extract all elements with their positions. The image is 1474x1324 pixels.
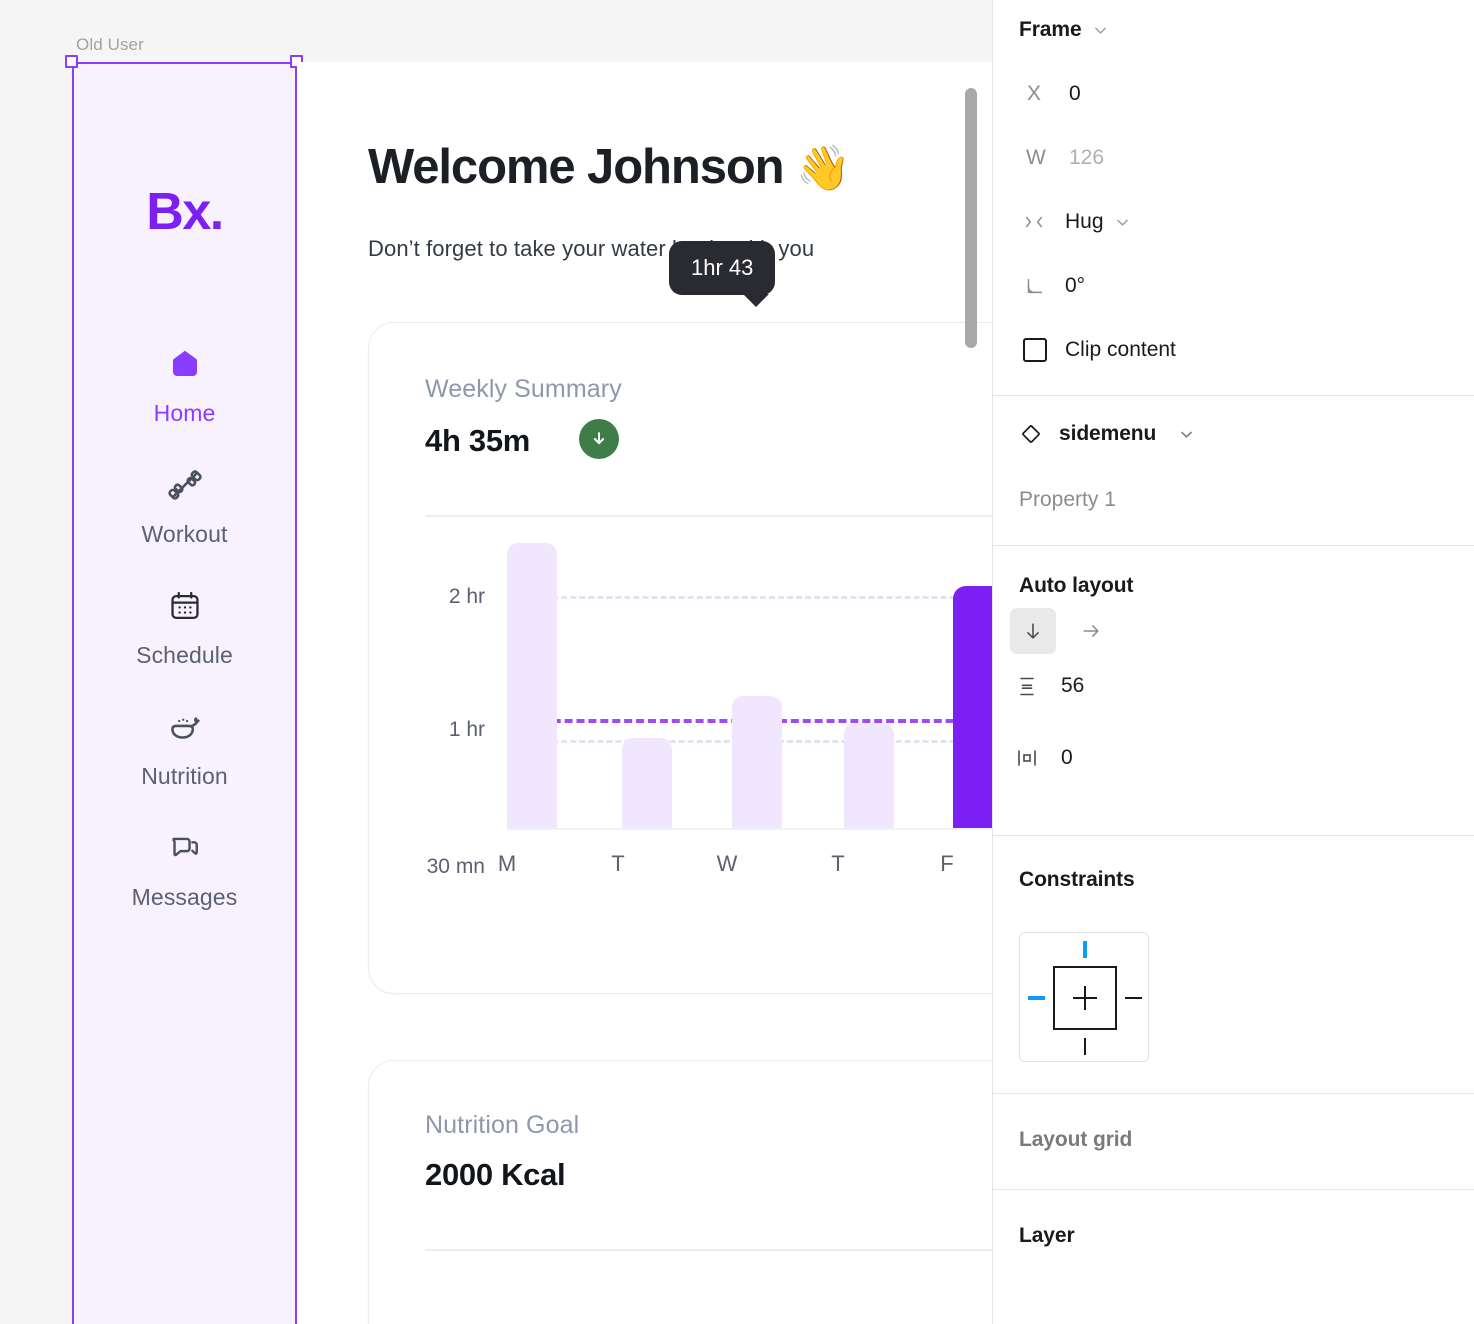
weekly-bar-chart[interactable]: 2 hr 1 hr 30 mn 1hr 43 M T W T F xyxy=(369,241,993,995)
sidebar-item-label: Schedule xyxy=(136,642,233,668)
chart-baseline xyxy=(507,828,993,830)
constraints-section: Constraints Left xyxy=(993,836,1474,1094)
component-section: sidemenu Property 1 home xyxy=(993,396,1474,546)
horizontal-padding-icon xyxy=(1015,746,1039,770)
layout-grid-section: Layout grid xyxy=(993,1094,1474,1190)
direction-horizontal-button[interactable] xyxy=(1068,608,1114,654)
gap-field[interactable]: 56 xyxy=(1015,674,1084,698)
direction-toggle-group[interactable] xyxy=(1010,608,1114,654)
constraint-center-v xyxy=(1084,986,1086,1010)
horizontal-resizing-value: Hug xyxy=(1065,210,1104,233)
component-diamond-icon xyxy=(1019,422,1043,446)
x-label: X xyxy=(1027,82,1042,105)
x-axis-label: T xyxy=(831,851,845,876)
horizontal-padding-value: 0 xyxy=(1061,746,1073,769)
welcome-text: Welcome Johnson xyxy=(368,140,785,194)
chevron-down-icon[interactable] xyxy=(1092,22,1109,39)
figma-editor-window: Old User Bx. Home Workout Schedule Nutri… xyxy=(0,0,1474,1324)
w-label: W xyxy=(1026,146,1046,169)
clip-content-checkbox[interactable] xyxy=(1023,338,1047,362)
home-icon xyxy=(167,346,203,382)
bar-thursday[interactable] xyxy=(844,723,894,828)
x-axis-label: W xyxy=(716,851,738,876)
nutrition-goal-eyebrow: Nutrition Goal xyxy=(425,1111,580,1139)
chart-plot-area xyxy=(507,543,993,828)
clip-content-row[interactable]: Clip content xyxy=(1023,338,1176,362)
rotation-field[interactable]: 0° xyxy=(1023,274,1085,298)
app-main-content: Welcome Johnson 👋 Don’t forget to take y… xyxy=(297,62,993,1324)
rotation-value: 0° xyxy=(1065,274,1086,297)
sidebar-nav: Home Workout Schedule Nutrition Messages xyxy=(74,346,295,951)
x-axis-label: M xyxy=(497,851,517,876)
dumbbell-icon xyxy=(167,467,203,503)
sidebar-item-label: Workout xyxy=(141,521,228,547)
card-divider xyxy=(425,1249,993,1251)
weekly-summary-card[interactable]: Weekly Summary 4h 35m 2 hr 1 hr 30 mn 1h… xyxy=(368,241,993,995)
gap-value: 56 xyxy=(1061,674,1085,697)
y-axis-tick: 2 hr xyxy=(448,585,485,608)
y-axis-tick: 1 hr xyxy=(448,718,485,741)
page-title: Welcome Johnson 👋 xyxy=(368,139,851,195)
clip-content-label: Clip content xyxy=(1065,338,1176,361)
direction-vertical-button[interactable] xyxy=(1010,608,1056,654)
frame-w-field[interactable]: W 126 xyxy=(1026,146,1104,170)
rotation-icon xyxy=(1023,275,1065,297)
frame-section: Frame X 0 Y 0 W 126 H 1826 xyxy=(993,0,1474,396)
frame-section-header[interactable]: Frame xyxy=(1019,18,1109,42)
auto-layout-section: Auto layout 56 0 xyxy=(993,546,1474,836)
sidebar-item-label: Home xyxy=(153,400,216,426)
frame-x-field[interactable]: X 0 xyxy=(1027,82,1081,106)
chevron-down-icon[interactable] xyxy=(1114,214,1131,231)
frame-section-title: Frame xyxy=(1019,18,1082,41)
x-axis-label: T xyxy=(611,851,625,876)
calendar-icon xyxy=(168,588,202,624)
frame-name-label[interactable]: Old User xyxy=(76,35,144,55)
app-sidemenu: Bx. Home Workout Schedule Nutrition Mess… xyxy=(74,64,295,1324)
x-value: 0 xyxy=(1069,82,1081,105)
canvas-background-top xyxy=(0,0,993,62)
sidebar-item-workout[interactable]: Workout xyxy=(74,467,295,548)
sidebar-item-label: Messages xyxy=(131,884,238,910)
constraint-left-handle[interactable] xyxy=(1028,996,1045,1000)
constraints-pad[interactable] xyxy=(1019,932,1149,1062)
app-logo: Bx. xyxy=(146,183,224,241)
auto-layout-title: Auto layout xyxy=(1019,574,1134,597)
horizontal-resizing-dropdown[interactable]: Hug xyxy=(1023,210,1131,234)
chart-tooltip: 1hr 43 xyxy=(669,241,776,307)
constraint-top-handle[interactable] xyxy=(1083,941,1087,958)
bar-wednesday[interactable] xyxy=(732,696,782,828)
sidebar-item-label: Nutrition xyxy=(141,763,228,789)
nutrition-goal-value: 2000 Kcal xyxy=(425,1157,566,1192)
nutrition-bowl-icon xyxy=(167,709,203,745)
design-canvas[interactable]: Old User Bx. Home Workout Schedule Nutri… xyxy=(0,0,993,1324)
sidebar-item-nutrition[interactable]: Nutrition xyxy=(74,709,295,790)
constraint-bottom-handle[interactable] xyxy=(1084,1038,1086,1055)
sidebar-item-home[interactable]: Home xyxy=(74,346,295,427)
sidebar-item-schedule[interactable]: Schedule xyxy=(74,588,295,669)
y-axis-tick: 30 mn xyxy=(426,855,485,878)
bar-tuesday[interactable] xyxy=(622,738,672,828)
layer-title: Layer xyxy=(1019,1224,1075,1247)
gap-spacing-icon xyxy=(1015,674,1039,698)
wave-emoji: 👋 xyxy=(796,144,851,193)
properties-panel: Frame X 0 Y 0 W 126 H 1826 xyxy=(992,0,1474,1324)
sidebar-item-messages[interactable]: Messages xyxy=(74,830,295,911)
horizontal-resize-icon xyxy=(1023,211,1065,233)
constraints-title: Constraints xyxy=(1019,868,1135,891)
component-name: sidemenu xyxy=(1059,422,1157,445)
nutrition-goal-card[interactable]: Nutrition Goal 2000 Kcal xyxy=(368,1060,993,1324)
w-value: 126 xyxy=(1069,146,1105,169)
chat-bubbles-icon xyxy=(168,830,202,866)
component-header[interactable]: sidemenu xyxy=(1019,422,1195,446)
canvas-scrollbar-thumb[interactable] xyxy=(965,88,977,348)
nutrition-illustration xyxy=(425,1303,993,1324)
bar-monday[interactable] xyxy=(507,543,557,828)
constraint-right-handle[interactable] xyxy=(1125,997,1142,999)
layout-grid-title: Layout grid xyxy=(1019,1128,1133,1151)
component-property-label: Property 1 xyxy=(1019,488,1116,511)
layer-section: Layer xyxy=(993,1190,1474,1290)
chevron-down-icon[interactable] xyxy=(1178,426,1195,443)
horizontal-padding-field[interactable]: 0 xyxy=(1015,746,1073,770)
